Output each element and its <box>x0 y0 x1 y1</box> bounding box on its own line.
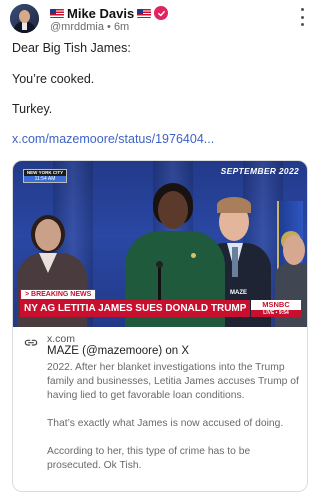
card-description-paragraph: According to her, this type of crime has… <box>47 446 251 471</box>
card-description-paragraph: That’s exactly what James is now accused… <box>47 418 284 429</box>
card-description-paragraph: 2022. After her blanket investigations i… <box>47 362 299 401</box>
link-preview-card[interactable]: NEW YORK CITY 11:54 AM SEPTEMBER 2022 MA… <box>12 160 308 492</box>
avatar[interactable] <box>10 4 39 33</box>
author-name-row[interactable]: Mike Davis <box>50 5 169 21</box>
post-header: Mike Davis @mrddmia • 6m <box>10 4 310 34</box>
us-flag-icon <box>50 8 64 18</box>
separator-dot: • <box>107 21 111 33</box>
live-indicator: LIVE • 9:54 <box>251 310 301 317</box>
network-logo: MSNBC <box>251 300 301 310</box>
location-bug: NEW YORK CITY 11:54 AM <box>23 169 67 183</box>
post-age[interactable]: 6m <box>114 21 129 33</box>
more-options-icon[interactable] <box>298 8 306 26</box>
video-thumbnail[interactable]: NEW YORK CITY 11:54 AM SEPTEMBER 2022 MA… <box>13 161 307 327</box>
handle[interactable]: @mrddmia <box>50 21 104 33</box>
post-text-line: Turkey. <box>12 102 53 116</box>
card-description: 2022. After her blanket investigations i… <box>47 361 299 487</box>
headline-chyron: NY AG LETITIA JAMES SUES DONALD TRUMP <box>20 300 250 317</box>
date-tag: SEPTEMBER 2022 <box>220 166 299 176</box>
location-bug-time: 11:54 AM <box>24 176 66 182</box>
card-domain: x.com <box>47 333 76 345</box>
watermark: MAZE <box>230 290 247 296</box>
display-name[interactable]: Mike Davis <box>67 6 134 21</box>
handle-row: @mrddmia • 6m <box>50 21 129 33</box>
link-icon <box>24 339 38 346</box>
post-text-line: You’re cooked. <box>12 72 95 86</box>
us-flag-icon <box>137 8 152 18</box>
card-info: x.com MAZE (@mazemoore) on X 2022. After… <box>13 327 307 471</box>
post-link[interactable]: x.com/mazemoore/status/1976404... <box>12 132 214 146</box>
post-text-line: Dear Big Tish James: <box>12 41 131 55</box>
breaking-news-label: > BREAKING NEWS <box>20 289 97 300</box>
verified-badge-icon <box>154 6 169 20</box>
card-title[interactable]: MAZE (@mazemoore) on X <box>47 345 189 357</box>
